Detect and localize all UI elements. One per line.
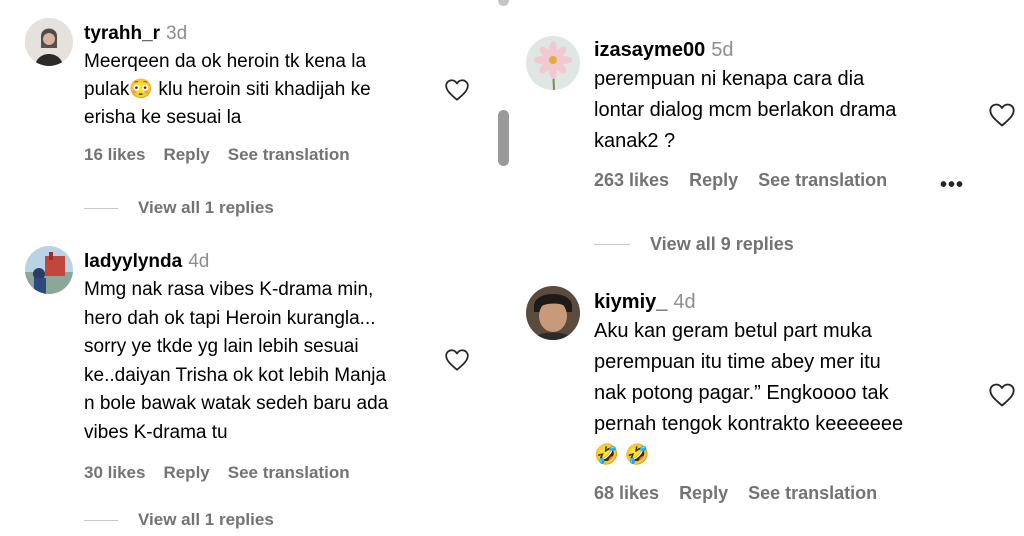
view-replies[interactable]: View all 1 replies: [84, 510, 274, 530]
likes-count[interactable]: 68 likes: [594, 483, 659, 504]
likes-count[interactable]: 16 likes: [84, 145, 145, 165]
comment-text: perempuan ni kenapa cara dia lontar dial…: [594, 68, 897, 152]
replies-divider: [594, 244, 630, 245]
comment-text: Mmg nak rasa vibes K-drama min, hero dah…: [84, 279, 389, 443]
see-translation-link[interactable]: See translation: [748, 483, 877, 504]
timestamp[interactable]: 4d: [188, 251, 209, 272]
like-heart-icon[interactable]: [988, 382, 1016, 408]
view-replies-label[interactable]: View all 1 replies: [138, 198, 274, 218]
comments-panel-right: izasayme00 5d perempuan ni kenapa cara di…: [512, 0, 1024, 536]
comment-text: Aku kan geram betul part muka perempuan …: [594, 320, 904, 466]
comment-item: izasayme00 5d perempuan ni kenapa cara di…: [512, 0, 1024, 270]
likes-count[interactable]: 30 likes: [84, 463, 145, 483]
comments-panel-left: tyrahh_r 3d Meerqeen da ok heroin tk kena…: [0, 0, 496, 536]
timestamp[interactable]: 5d: [711, 39, 733, 61]
avatar[interactable]: [25, 18, 73, 66]
username[interactable]: ladyylynda: [84, 251, 182, 272]
like-heart-icon[interactable]: [444, 78, 470, 102]
username[interactable]: tyrahh_r: [84, 23, 160, 44]
reply-button[interactable]: Reply: [679, 483, 728, 504]
view-replies-label[interactable]: View all 1 replies: [138, 510, 274, 530]
comment-text: Meerqeen da ok heroin tk kena la pulak😳 …: [84, 51, 371, 128]
comment-actions: 30 likes Reply See translation: [84, 463, 444, 483]
panel-divider: [496, 0, 512, 536]
replies-divider: [84, 207, 118, 209]
reply-button[interactable]: Reply: [689, 170, 738, 191]
view-replies[interactable]: View all 1 replies: [84, 198, 274, 218]
comment-item: ladyylynda 4d Mmg nak rasa vibes K-drama …: [0, 240, 496, 536]
comment-item: kiymiy_ 4d Aku kan geram betul part muka …: [512, 280, 1024, 536]
replies-divider: [84, 519, 118, 521]
scrollbar-thumb[interactable]: [498, 110, 509, 166]
see-translation-link[interactable]: See translation: [228, 145, 350, 165]
comment-header: ladyylynda 4d: [84, 250, 444, 274]
comment-actions: 68 likes Reply See translation: [594, 483, 974, 504]
comment-item: tyrahh_r 3d Meerqeen da ok heroin tk kena…: [0, 0, 496, 217]
more-options-icon[interactable]: •••: [940, 174, 964, 197]
view-replies-label[interactable]: View all 9 replies: [650, 234, 794, 255]
view-replies[interactable]: View all 9 replies: [594, 234, 794, 255]
username[interactable]: kiymiy_: [594, 291, 667, 313]
like-heart-icon[interactable]: [444, 348, 470, 372]
comment-header: tyrahh_r 3d: [84, 22, 444, 46]
comment-header: kiymiy_ 4d: [594, 290, 974, 314]
see-translation-link[interactable]: See translation: [758, 170, 887, 191]
timestamp[interactable]: 4d: [673, 291, 695, 313]
comment-header: izasayme00 5d: [594, 38, 974, 62]
see-translation-link[interactable]: See translation: [228, 463, 350, 483]
reply-button[interactable]: Reply: [163, 463, 209, 483]
avatar[interactable]: [526, 36, 580, 90]
username[interactable]: izasayme00: [594, 39, 705, 61]
likes-count[interactable]: 263 likes: [594, 170, 669, 191]
timestamp[interactable]: 3d: [166, 23, 187, 44]
avatar[interactable]: [25, 246, 73, 294]
avatar[interactable]: [526, 286, 580, 340]
comment-actions: 263 likes Reply See translation: [594, 170, 974, 191]
reply-button[interactable]: Reply: [163, 145, 209, 165]
comment-actions: 16 likes Reply See translation: [84, 145, 444, 165]
like-heart-icon[interactable]: [988, 102, 1016, 128]
